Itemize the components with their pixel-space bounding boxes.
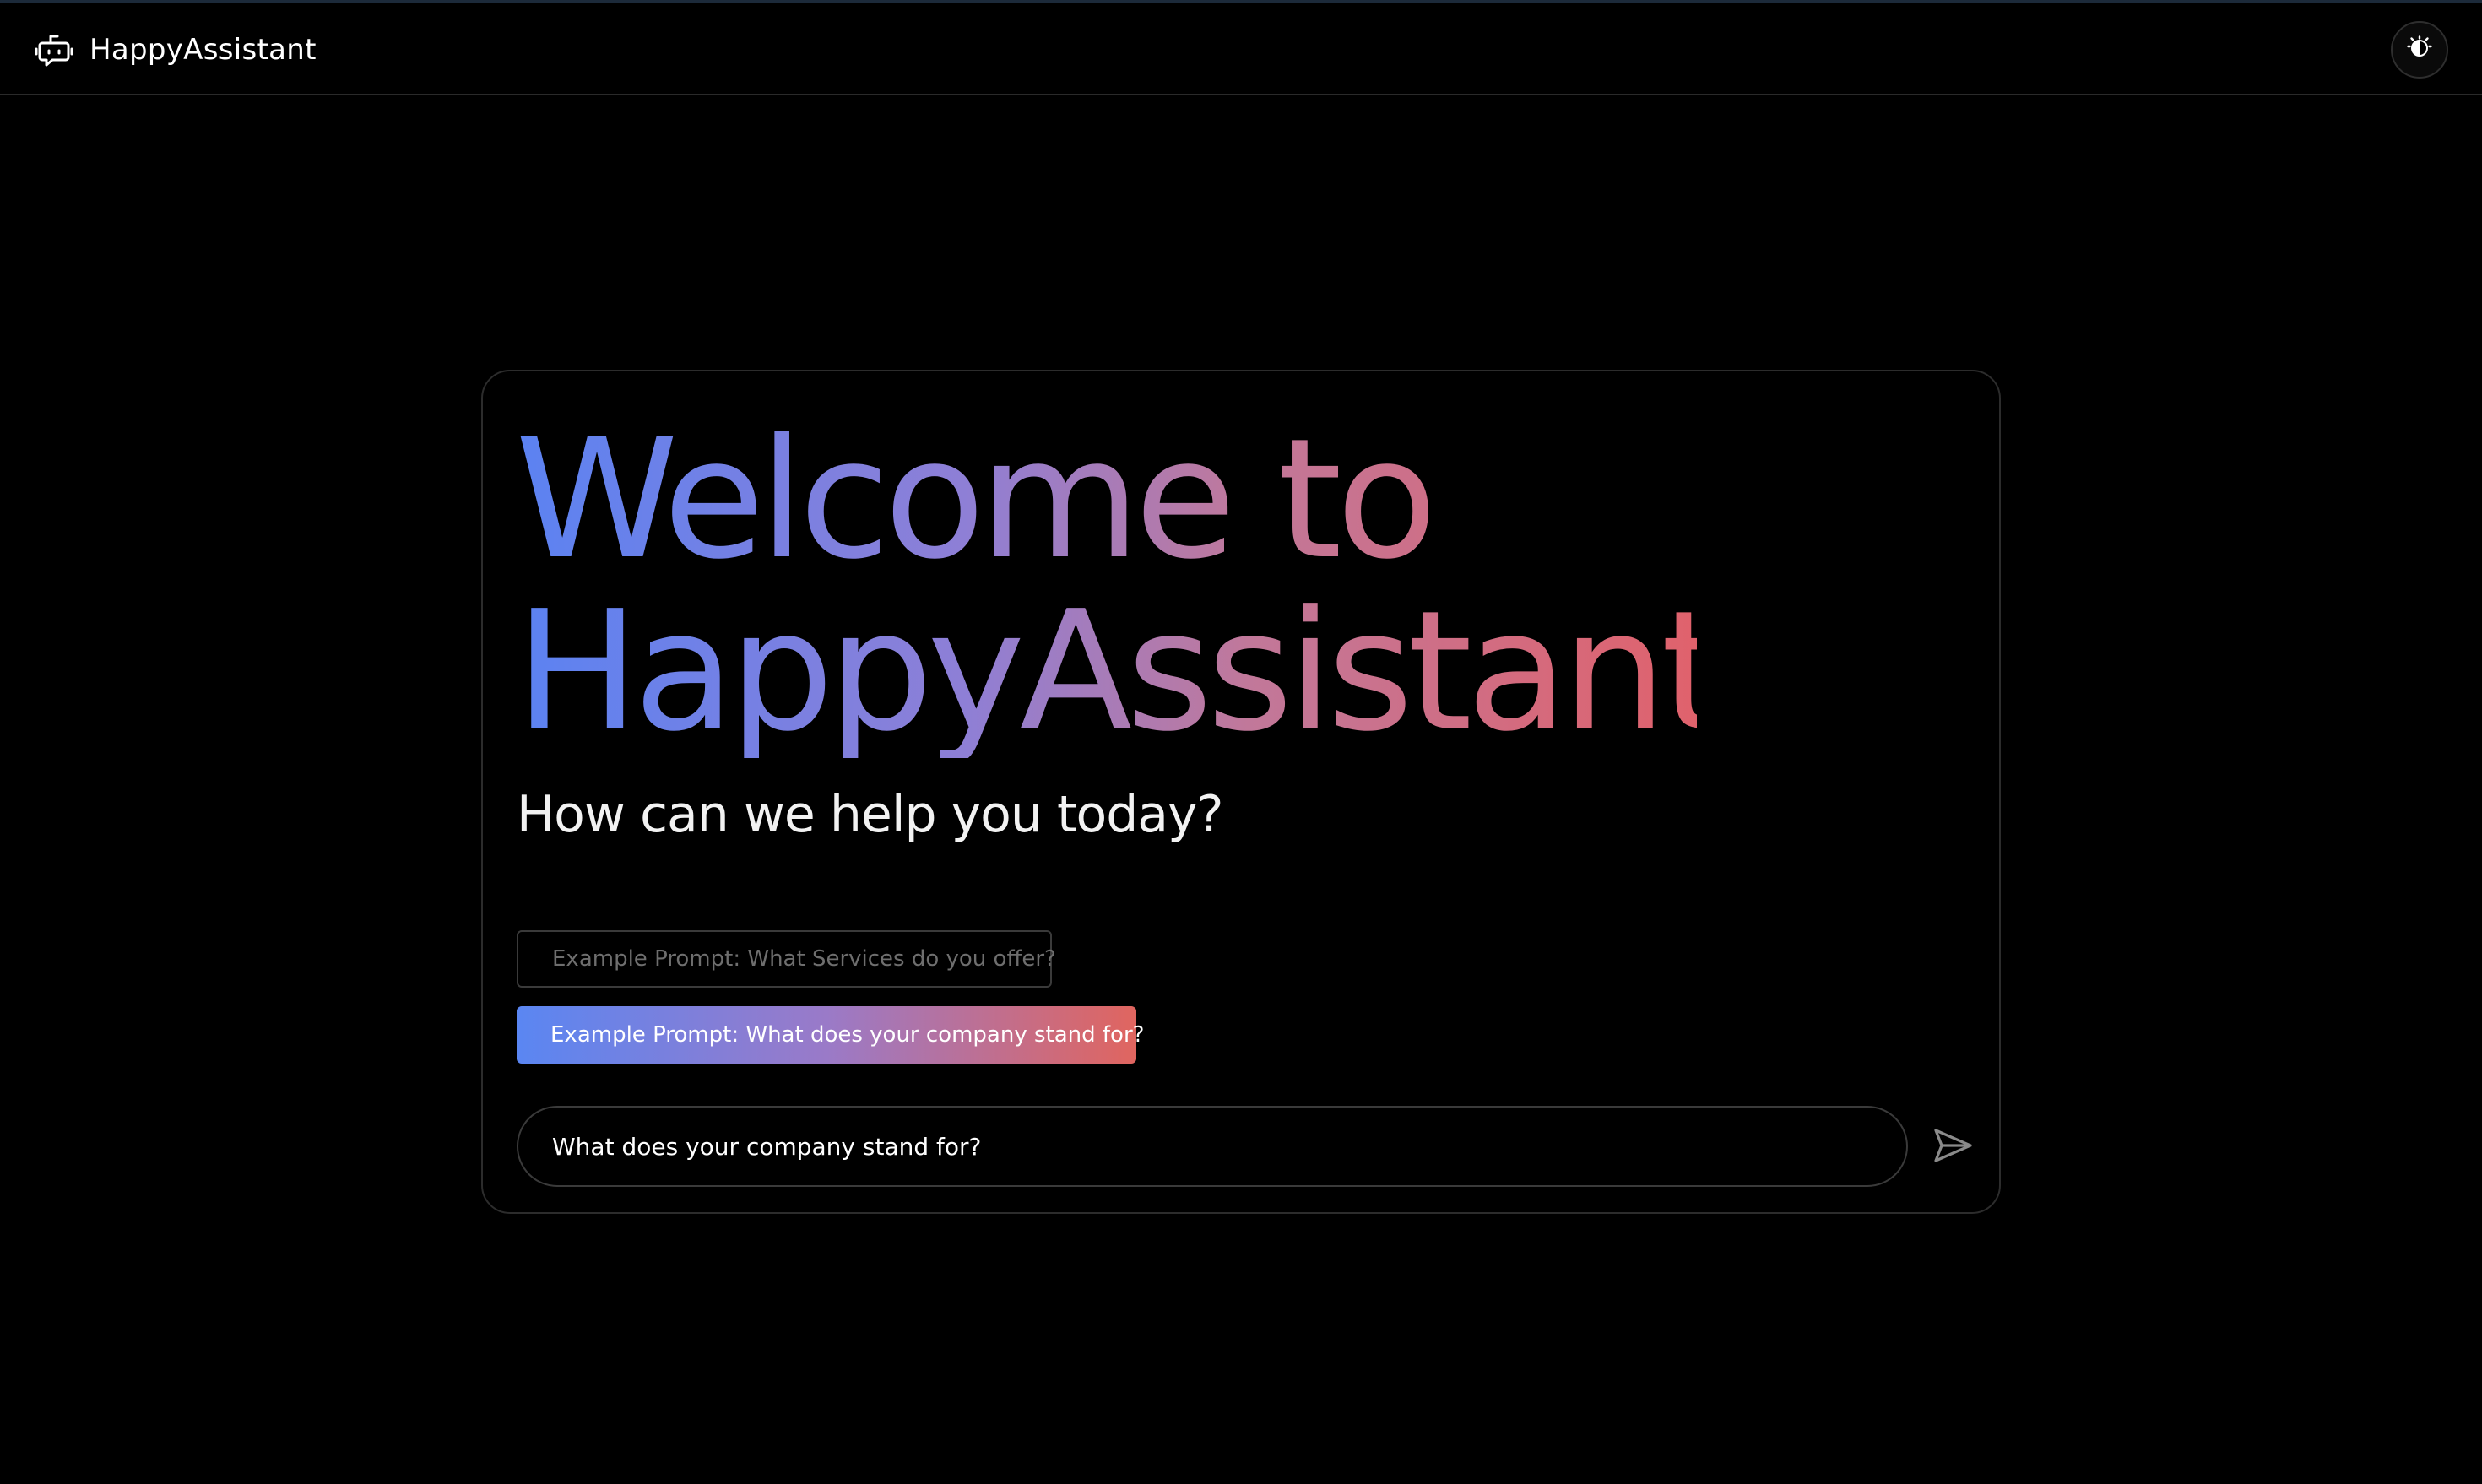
example-prompt-company-button[interactable]: Example Prompt: What does your company s… (517, 1006, 1144, 1064)
example-prompt-services-button[interactable]: Example Prompt: What Services do you off… (517, 930, 1056, 988)
app-header: HappyAssistant (0, 3, 2482, 95)
headline-line-2: HappyAssistant! (515, 576, 1780, 768)
welcome-headline: Welcome to HappyAssistant! (515, 414, 1950, 758)
app-title: HappyAssistant (89, 33, 317, 67)
chat-message-input[interactable] (517, 1106, 1908, 1187)
robot-icon (34, 30, 74, 70)
welcome-card: Welcome to HappyAssistant! How can we he… (481, 370, 2001, 1214)
send-button[interactable] (1927, 1121, 1979, 1173)
theme-toggle-button[interactable] (2391, 21, 2448, 79)
headline-line-1: Welcome to (515, 403, 1432, 596)
send-icon (1932, 1124, 1974, 1170)
theme-toggle-icon (2407, 35, 2432, 64)
welcome-subtitle: How can we help you today? (517, 785, 1223, 844)
brand[interactable]: HappyAssistant (34, 26, 317, 73)
